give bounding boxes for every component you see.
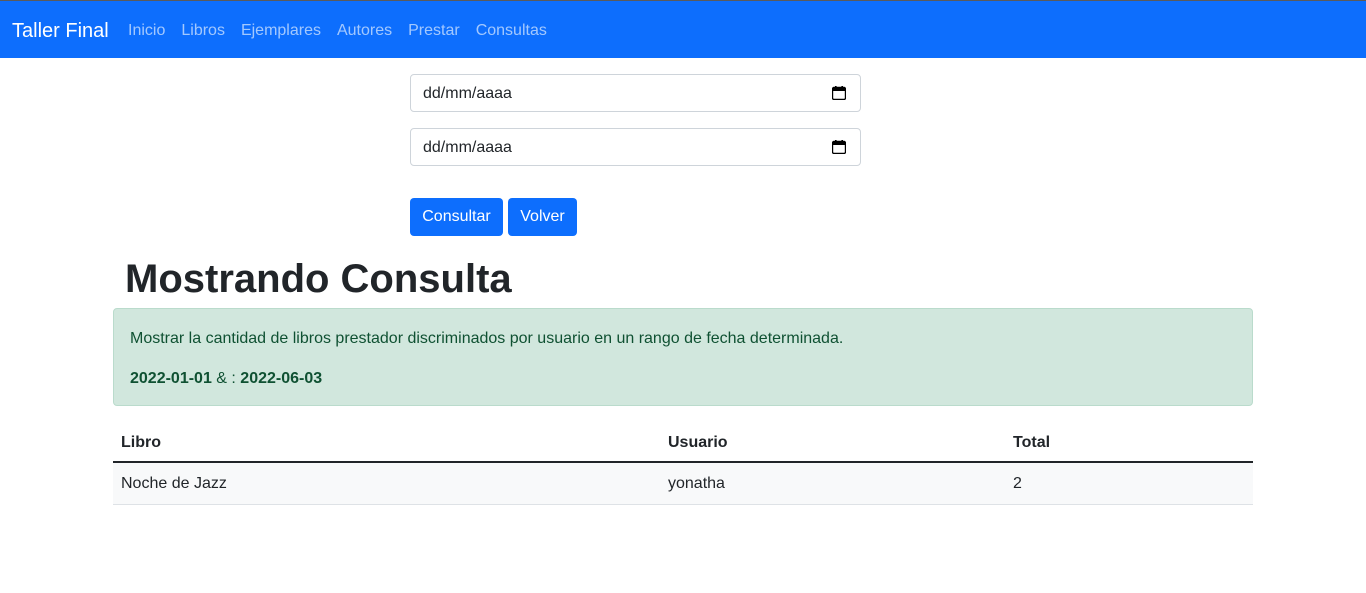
table-header: Libro Usuario Total [113,422,1253,463]
date-to-placeholder: dd/mm/aaaa [423,139,512,156]
nav-item-ejemplares[interactable]: Ejemplares [241,20,321,42]
volver-button[interactable]: Volver [508,198,577,236]
cell-total: 2 [1013,475,1022,492]
nav-item-prestar[interactable]: Prestar [408,20,460,42]
navbar: Taller Final Inicio Libros Ejemplares Au… [0,1,1366,58]
date-start: 2022-01-01 [130,370,212,387]
page-title: Mostrando Consulta [125,257,512,301]
nav-item-consultas[interactable]: Consultas [476,20,547,42]
result-alert: Mostrar la cantidad de libros prestador … [113,308,1253,406]
header-usuario: Usuario [668,434,728,451]
results-table: Libro Usuario Total Noche de Jazz yonath… [113,422,1253,505]
date-end: 2022-06-03 [240,370,323,387]
cell-usuario: yonatha [668,475,725,492]
date-to-input[interactable]: dd/mm/aaaa [410,128,861,166]
nav-links: Inicio Libros Ejemplares Autores Prestar… [128,20,563,42]
date-separator: & : [211,370,241,387]
nav-item-libros[interactable]: Libros [181,20,225,42]
header-total: Total [1013,434,1051,451]
nav-item-autores[interactable]: Autores [337,20,392,42]
date-from-input[interactable]: dd/mm/aaaa [410,74,861,112]
consultar-button[interactable]: Consultar [410,198,503,236]
date-from-placeholder: dd/mm/aaaa [423,85,512,102]
navbar-brand[interactable]: Taller Final [12,18,109,44]
table-row: Noche de Jazz yonatha 2 [113,463,1253,505]
date-range: 2022-01-01 & : 2022-06-03 [130,369,322,389]
calendar-icon[interactable] [832,86,846,100]
header-libro: Libro [121,434,161,451]
nav-item-inicio[interactable]: Inicio [128,20,165,42]
cell-libro: Noche de Jazz [121,475,227,492]
alert-description: Mostrar la cantidad de libros prestador … [130,330,844,347]
calendar-icon[interactable] [832,140,846,154]
